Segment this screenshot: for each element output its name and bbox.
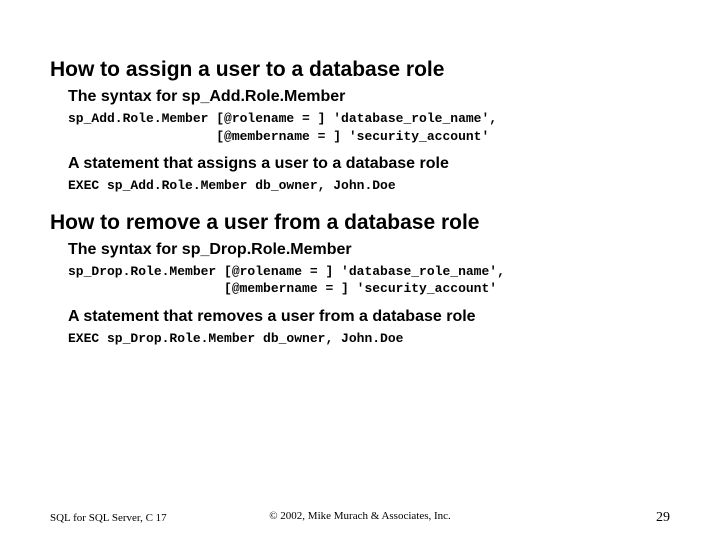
heading-assign: How to assign a user to a database role <box>50 58 670 82</box>
code-assign-syntax: sp_Add.Role.Member [@rolename = ] 'datab… <box>68 110 670 145</box>
subheading-assign-statement: A statement that assigns a user to a dat… <box>68 155 670 173</box>
code-assign-statement: EXEC sp_Add.Role.Member db_owner, John.D… <box>68 177 670 195</box>
footer-center: © 2002, Mike Murach & Associates, Inc. <box>0 510 720 522</box>
slide-body: How to assign a user to a database role … <box>0 0 720 347</box>
subheading-assign-syntax: The syntax for sp_Add.Role.Member <box>68 88 670 106</box>
code-remove-statement: EXEC sp_Drop.Role.Member db_owner, John.… <box>68 330 670 348</box>
footer: SQL for SQL Server, C 17 © 2002, Mike Mu… <box>0 510 720 526</box>
heading-remove: How to remove a user from a database rol… <box>50 211 670 235</box>
code-remove-syntax: sp_Drop.Role.Member [@rolename = ] 'data… <box>68 263 670 298</box>
subheading-remove-statement: A statement that removes a user from a d… <box>68 308 670 326</box>
subheading-remove-syntax: The syntax for sp_Drop.Role.Member <box>68 241 670 259</box>
